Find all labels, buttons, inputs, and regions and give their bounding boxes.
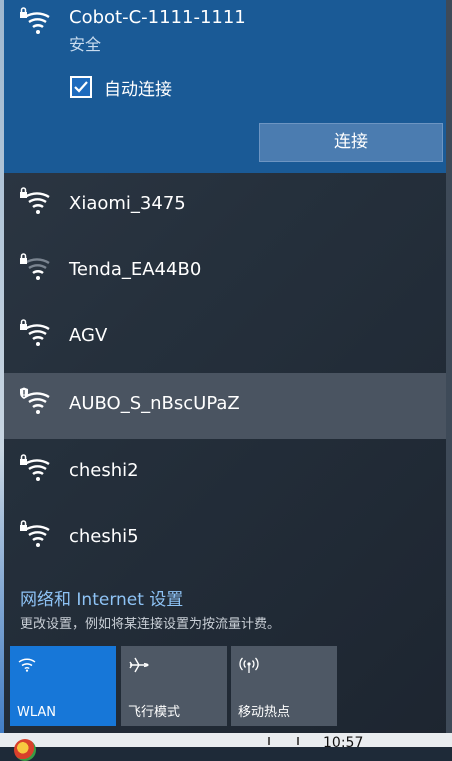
network-item[interactable]: cheshi5: [4, 506, 446, 572]
network-item[interactable]: AUBO_S_nBscUPaZ: [4, 373, 446, 439]
wifi-icon: [18, 658, 36, 672]
network-name: AUBO_S_nBscUPaZ: [69, 393, 240, 414]
wlan-toggle-tile[interactable]: WLAN: [10, 646, 116, 726]
network-name: Xiaomi_3475: [69, 193, 186, 214]
airplane-icon: [129, 657, 149, 673]
network-item[interactable]: cheshi2: [4, 440, 446, 506]
auto-connect-checkbox[interactable]: [70, 76, 92, 98]
connect-button[interactable]: 连接: [259, 123, 443, 162]
hotspot-icon: [239, 657, 259, 673]
wifi-secured-icon: [20, 520, 50, 547]
hotspot-tile-label: 移动热点: [238, 705, 291, 720]
network-flyout: Cobot-C-1111-1111 安全 自动连接 连接 Xiaomi_3475: [0, 0, 452, 747]
selected-network-panel[interactable]: Cobot-C-1111-1111 安全 自动连接 连接: [4, 0, 446, 173]
selected-network-name: Cobot-C-1111-1111: [69, 7, 246, 28]
wifi-secured-icon: [20, 454, 50, 481]
wifi-secured-icon: [20, 187, 50, 214]
network-item[interactable]: Xiaomi_3475: [4, 173, 446, 239]
tray-icon[interactable]: [268, 737, 278, 745]
selected-network-status: 安全: [69, 35, 102, 54]
network-name: cheshi5: [69, 526, 139, 547]
airplane-tile-label: 飞行模式: [128, 705, 181, 720]
network-name: Tenda_EA44B0: [69, 259, 202, 280]
wlan-tile-label: WLAN: [17, 705, 57, 720]
network-item[interactable]: Tenda_EA44B0: [4, 239, 446, 305]
wifi-secured-weak-icon: [20, 253, 50, 280]
browser-app-icon[interactable]: [14, 739, 36, 761]
wifi-secured-icon: [20, 319, 50, 346]
taskbar-clock[interactable]: 10:57: [323, 735, 363, 751]
network-settings-link[interactable]: 网络和 Internet 设置: [20, 585, 183, 610]
mobile-hotspot-tile[interactable]: 移动热点: [231, 646, 337, 726]
airplane-mode-tile[interactable]: 飞行模式: [121, 646, 227, 726]
wifi-warning-icon: [20, 387, 50, 414]
flyout-border: [446, 0, 452, 747]
tray-icon[interactable]: [297, 737, 307, 745]
network-name: cheshi2: [69, 460, 139, 481]
taskbar: 10:57: [0, 733, 452, 761]
checkmark-icon: [74, 81, 88, 93]
wifi-secured-icon: [20, 7, 50, 34]
network-item[interactable]: AGV: [4, 305, 446, 371]
auto-connect-label: 自动连接: [104, 80, 172, 100]
network-settings-description: 更改设置，例如将某连接设置为按流量计费。: [20, 617, 281, 632]
network-name: AGV: [69, 325, 108, 346]
